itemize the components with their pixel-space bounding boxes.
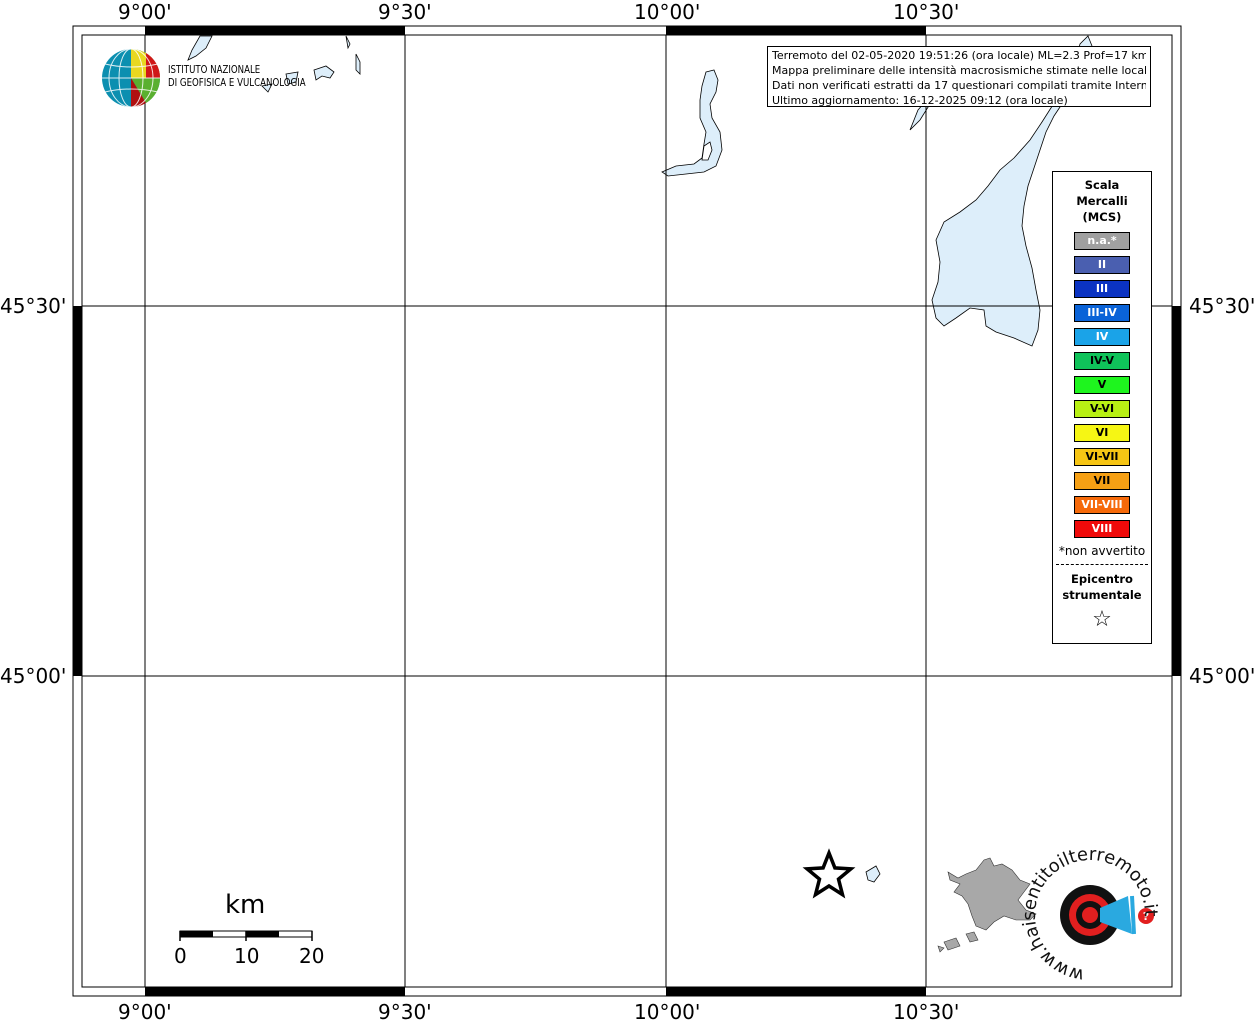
lon-label-bottom-2: 9°30'	[378, 1000, 432, 1024]
legend-separator	[1056, 564, 1148, 565]
legend-note: *non avvertito	[1058, 544, 1146, 558]
legend-item: n.a.*	[1074, 232, 1130, 250]
lat-label-right-2: 45°00'	[1189, 664, 1254, 688]
epicenter-star-icon	[802, 848, 856, 899]
legend-item: III	[1074, 280, 1130, 298]
scale-tick-10: 10	[234, 944, 260, 968]
ingv-logo-text: ISTITUTO NAZIONALE DI GEOFISICA E VULCAN…	[168, 64, 306, 90]
legend-title: Scala Mercalli (MCS)	[1053, 177, 1151, 225]
legend-item: V	[1074, 376, 1130, 394]
legend-epicenter-label: Epicentro strumentale	[1053, 571, 1151, 603]
mcs-legend: Scala Mercalli (MCS) n.a.* II III III-IV IV I…	[1052, 171, 1152, 644]
legend-title-line3: (MCS)	[1082, 210, 1122, 224]
scale-tick-20: 20	[299, 944, 325, 968]
legend-star-icon: ☆	[1092, 607, 1112, 632]
legend-items: n.a.* II III III-IV IV IV-V V V-VI VI VI-VII VII VI…	[1053, 232, 1151, 538]
lakes	[187, 35, 1093, 883]
legend-item: VII-VIII	[1074, 496, 1130, 514]
ingv-logo-line1: ISTITUTO NAZIONALE	[168, 64, 261, 76]
lon-label-bottom-4: 10°30'	[893, 1000, 960, 1024]
legend-item: IV-V	[1074, 352, 1130, 370]
ingv-logo-line2: DI GEOFISICA E VULCANOLOGIA	[168, 77, 306, 89]
legend-item: IV	[1074, 328, 1130, 346]
event-info-line2: Mappa preliminare delle intensità macros…	[772, 64, 1146, 77]
legend-item: V-VI	[1074, 400, 1130, 418]
lon-label-top-3: 10°00'	[634, 0, 701, 24]
legend-epicenter-line2: strumentale	[1062, 588, 1142, 602]
legend-title-line2: Mercalli	[1076, 194, 1128, 208]
legend-item: VI-VII	[1074, 448, 1130, 466]
event-info-line1: Terremoto del 02-05-2020 19:51:26 (ora l…	[772, 49, 1146, 62]
lon-label-top-2: 9°30'	[378, 0, 432, 24]
legend-title-line1: Scala	[1084, 178, 1120, 192]
scale-bar	[179, 930, 313, 941]
legend-item: III-IV	[1074, 304, 1130, 322]
lat-label-right-1: 45°30'	[1189, 294, 1254, 318]
event-info-line4: Ultimo aggiornamento: 16-12-2025 09:12 (…	[772, 94, 1068, 107]
legend-epicenter-line1: Epicentro	[1071, 572, 1133, 586]
ingv-logo-icon	[102, 48, 161, 108]
lon-label-bottom-1: 9°00'	[118, 1000, 172, 1024]
lon-label-top-1: 9°00'	[118, 0, 172, 24]
lat-label-left-2: 45°00'	[0, 664, 67, 688]
lon-label-top-4: 10°30'	[893, 0, 960, 24]
event-info-box: Terremoto del 02-05-2020 19:51:26 (ora l…	[767, 46, 1151, 107]
lat-label-left-1: 45°30'	[0, 294, 67, 318]
lon-label-bottom-3: 10°00'	[634, 1000, 701, 1024]
event-info-line3: Dati non verificati estratti da 17 quest…	[772, 79, 1146, 92]
legend-item: VII	[1074, 472, 1130, 490]
scale-unit: km	[225, 890, 266, 920]
legend-item: VI	[1074, 424, 1130, 442]
scale-tick-0: 0	[174, 944, 187, 968]
legend-item: II	[1074, 256, 1130, 274]
legend-item: VIII	[1074, 520, 1130, 538]
